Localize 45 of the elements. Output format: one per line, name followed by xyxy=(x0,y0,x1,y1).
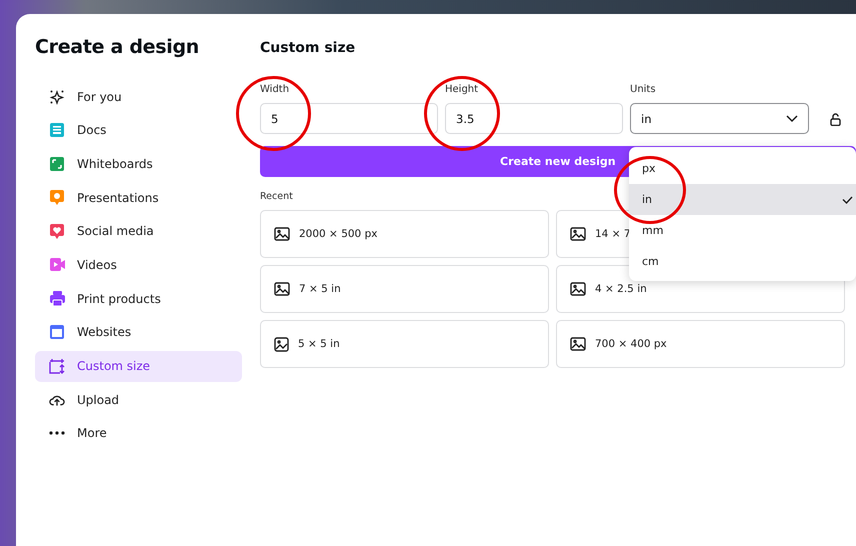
image-icon xyxy=(570,227,586,241)
recent-design-card[interactable]: 700 × 400 px xyxy=(556,320,845,368)
recent-design-card[interactable]: 5 × 5 in xyxy=(260,320,549,368)
sidebar-item[interactable]: Print products xyxy=(35,283,242,314)
image-icon xyxy=(274,227,290,241)
circle-annotation-overlay xyxy=(614,156,686,224)
resize-icon xyxy=(49,358,65,374)
sparkle-icon xyxy=(49,88,65,104)
sidebar-item[interactable]: Websites xyxy=(35,316,242,348)
units-dropdown[interactable]: in xyxy=(630,103,809,134)
image-icon xyxy=(570,282,586,296)
sidebar-item[interactable]: Presentations xyxy=(35,182,242,214)
menu-option[interactable]: in xyxy=(629,184,856,215)
section-title: Custom size xyxy=(260,40,356,56)
field-label: Width xyxy=(260,84,290,95)
width-field[interactable]: 5 xyxy=(260,103,438,134)
sidebar-item[interactable]: More xyxy=(35,418,242,449)
recent-design-card[interactable]: 2000 × 500 px xyxy=(260,210,549,258)
checkmark-icon xyxy=(842,196,853,204)
printer-icon xyxy=(50,291,64,306)
sidebar-item[interactable]: Social media xyxy=(35,216,242,247)
field-label: Height xyxy=(445,84,480,95)
recent-design-card[interactable]: 7 × 5 in xyxy=(260,265,549,313)
sidebar-item[interactable]: For you xyxy=(35,81,242,112)
sidebar-item[interactable]: Custom size xyxy=(35,350,242,382)
height-field[interactable]: 3.5 xyxy=(445,103,623,134)
sidebar-item[interactable]: Docs xyxy=(35,114,242,146)
chevron-down-icon xyxy=(786,114,798,122)
browser-window-icon xyxy=(50,325,64,340)
recent-label: Recent xyxy=(260,191,293,202)
more-icon xyxy=(49,431,65,436)
sidebar-item[interactable]: Whiteboards xyxy=(35,148,242,180)
image-icon xyxy=(274,282,290,296)
video-camera-icon xyxy=(50,258,64,272)
document-icon xyxy=(50,123,64,138)
whiteboard-icon xyxy=(50,156,64,171)
presentation-icon xyxy=(50,190,64,206)
lock-icon[interactable] xyxy=(830,113,841,126)
dialog-title: Create a design xyxy=(35,36,200,58)
menu-option[interactable]: mm xyxy=(629,215,856,246)
image-icon xyxy=(570,337,586,351)
sidebar-item[interactable]: Upload xyxy=(35,384,242,416)
sidebar-item[interactable]: Videos xyxy=(35,249,242,280)
field-label: Units xyxy=(630,84,657,95)
image-icon xyxy=(274,336,289,352)
